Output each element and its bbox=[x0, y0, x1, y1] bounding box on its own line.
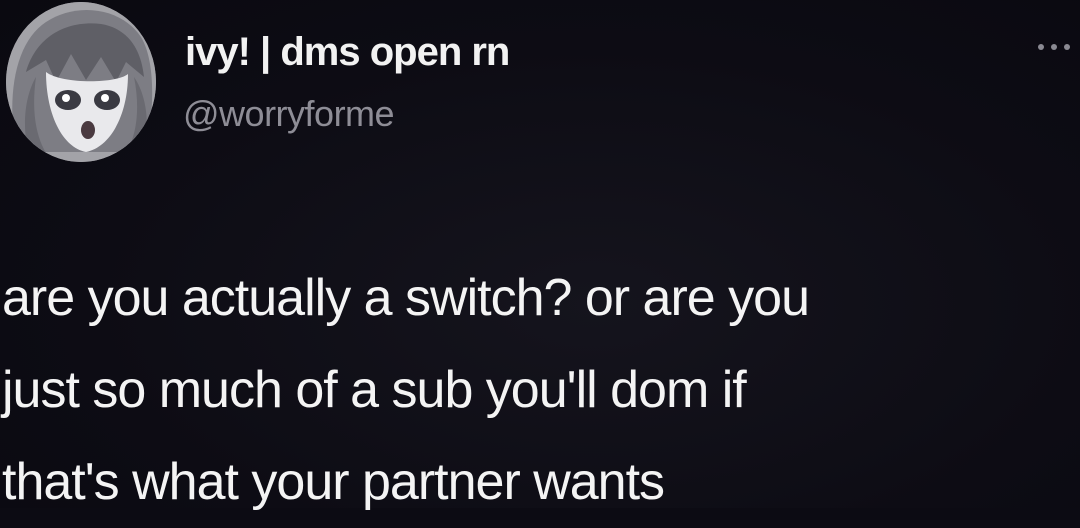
more-options-icon bbox=[1038, 44, 1044, 50]
tweet-text-line: just so much of a sub you'll dom if bbox=[2, 361, 747, 419]
display-name[interactable]: ivy! | dms open rn bbox=[185, 30, 510, 75]
tweet-text-line: that's what your partner wants bbox=[2, 453, 665, 511]
tweet-text: are you actually a switch? or are you ju… bbox=[2, 252, 1072, 528]
more-options-button[interactable] bbox=[1036, 36, 1076, 56]
tweet-card: ivy! | dms open rn @worryforme are you a… bbox=[0, 0, 1080, 511]
user-handle[interactable]: @worryforme bbox=[183, 93, 395, 135]
more-options-icon-dot bbox=[1064, 44, 1070, 50]
anime-avatar-icon bbox=[6, 2, 156, 162]
more-options-icon-dot bbox=[1051, 44, 1057, 50]
tweet-text-line: are you actually a switch? or are you bbox=[2, 269, 810, 327]
avatar[interactable] bbox=[6, 2, 156, 162]
